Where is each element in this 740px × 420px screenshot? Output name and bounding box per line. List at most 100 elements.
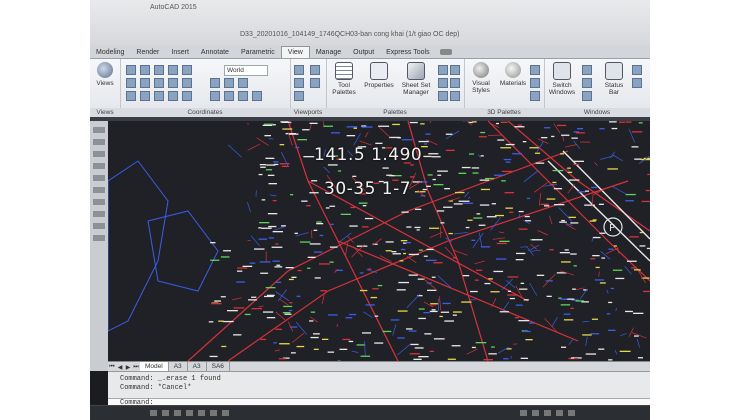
markup-icon[interactable] [450, 65, 460, 75]
grid-toggle-icon[interactable] [150, 410, 157, 416]
annotation-scale-icon[interactable] [520, 410, 527, 416]
last-tab-icon[interactable]: ⏭ [132, 364, 140, 371]
ucs-x-icon[interactable] [140, 78, 150, 88]
tool-palettes-button[interactable]: Tool Palettes [328, 62, 360, 96]
ucs-view-icon[interactable] [154, 78, 164, 88]
parcel-label-mark [570, 357, 575, 359]
parcel-boundary-line [281, 152, 289, 167]
switch-windows-button[interactable]: Switch Windows [546, 62, 578, 96]
toolbars-icon[interactable] [632, 65, 642, 75]
ucs-icon[interactable] [126, 65, 136, 75]
ucs-z-icon[interactable] [154, 65, 164, 75]
dbconnect-icon[interactable] [438, 91, 448, 101]
lock-ui-icon[interactable] [632, 78, 642, 88]
ucs-rotate-icon[interactable] [210, 78, 220, 88]
palette-item[interactable] [93, 235, 105, 241]
parcel-label-mark [267, 174, 275, 176]
ucs-zaxis-icon[interactable] [168, 91, 178, 101]
otrack-toggle-icon[interactable] [210, 410, 217, 416]
tab-express-tools[interactable]: Express Tools [380, 47, 435, 58]
ucs-named-icon[interactable] [126, 78, 136, 88]
parcel-label-mark [582, 334, 592, 336]
ucs-object-icon[interactable] [154, 91, 164, 101]
ucs-origin-icon[interactable] [140, 65, 150, 75]
lock-icon[interactable] [544, 410, 551, 416]
materials-button[interactable]: Materials [498, 62, 528, 87]
tab-modeling[interactable]: Modeling [90, 47, 130, 58]
first-tab-icon[interactable]: ⏮ [108, 364, 116, 371]
fullscreen-icon[interactable] [568, 410, 575, 416]
next-tab-icon[interactable]: ▶ [124, 364, 132, 371]
ucs-move-icon[interactable] [224, 91, 234, 101]
ucs-apply-icon[interactable] [224, 78, 234, 88]
viewport-restore-icon[interactable] [310, 78, 320, 88]
isolate-icon[interactable] [556, 410, 563, 416]
parcel-label-mark [478, 224, 486, 226]
viewport-named-icon[interactable] [294, 78, 304, 88]
views-button[interactable]: Views [92, 62, 118, 87]
sheet-set-manager-button[interactable]: Sheet Set Manager [398, 62, 434, 96]
viewport-clip-icon[interactable] [294, 91, 304, 101]
lineweight-toggle-icon[interactable] [222, 410, 229, 416]
workspace-icon[interactable] [532, 410, 539, 416]
tab-manage[interactable]: Manage [310, 47, 347, 58]
ucs-settings-icon[interactable] [182, 91, 192, 101]
visual-styles-button[interactable]: Visual Styles [466, 62, 496, 94]
parcel-boundary-line [582, 320, 590, 323]
tab-render[interactable]: Render [130, 47, 165, 58]
snap-toggle-icon[interactable] [162, 410, 169, 416]
tile-horizontal-icon[interactable] [582, 65, 592, 75]
palette-item[interactable] [93, 223, 105, 229]
tab-insert[interactable]: Insert [165, 47, 195, 58]
command-line-icon[interactable] [450, 91, 460, 101]
sun-properties-icon[interactable] [530, 91, 540, 101]
external-refs-icon[interactable] [450, 78, 460, 88]
tab-output[interactable]: Output [347, 47, 380, 58]
cascade-icon[interactable] [582, 91, 592, 101]
palette-item[interactable] [93, 139, 105, 145]
properties-button[interactable]: Properties [362, 62, 396, 89]
ucs-y-icon[interactable] [140, 91, 150, 101]
prev-tab-icon[interactable]: ◀ [116, 364, 124, 371]
parcel-boundary-line [606, 289, 609, 294]
quickcalc-icon[interactable] [438, 78, 448, 88]
palette-item[interactable] [93, 163, 105, 169]
ucs-extend-icon[interactable] [238, 91, 248, 101]
polar-toggle-icon[interactable] [186, 410, 193, 416]
ribbon-minimize-icon[interactable] [439, 49, 452, 55]
ucs-world-icon[interactable] [182, 65, 192, 75]
palette-item[interactable] [93, 187, 105, 193]
tab-annotate[interactable]: Annotate [195, 47, 235, 58]
ucs-align-icon[interactable] [210, 91, 220, 101]
ucs-3point-icon[interactable] [168, 78, 178, 88]
lights-icon[interactable] [530, 65, 540, 75]
ucs-snap-icon[interactable] [238, 78, 248, 88]
palette-item[interactable] [93, 151, 105, 157]
ucs-icon-properties-icon[interactable] [182, 78, 192, 88]
viewport-config-icon[interactable] [294, 65, 304, 75]
parcel-label-mark [432, 178, 436, 181]
ucs-more-icon[interactable] [252, 91, 262, 101]
parcel-boundary-line [564, 144, 578, 148]
palette-item[interactable] [93, 211, 105, 217]
parcel-label-mark [497, 139, 505, 141]
palette-item[interactable] [93, 199, 105, 205]
tab-view[interactable]: View [280, 46, 310, 58]
tile-vertical-icon[interactable] [582, 78, 592, 88]
advanced-render-icon[interactable] [530, 78, 540, 88]
design-center-icon[interactable] [438, 65, 448, 75]
parcel-label-mark [639, 231, 643, 234]
drawing-canvas[interactable]: P 141.5 1.490 30-35 1-7 [108, 121, 650, 361]
parcel-label-mark [409, 353, 420, 355]
palette-item[interactable] [93, 175, 105, 181]
osnap-toggle-icon[interactable] [198, 410, 205, 416]
parcel-label-mark [382, 330, 392, 333]
status-bar-button[interactable]: Status Bar [600, 62, 628, 96]
ucs-previous-icon[interactable] [126, 91, 136, 101]
palette-item[interactable] [93, 127, 105, 133]
viewport-join-icon[interactable] [310, 65, 320, 75]
ucs-face-icon[interactable] [168, 65, 178, 75]
ortho-toggle-icon[interactable] [174, 410, 181, 416]
ucs-world-dropdown[interactable]: World [224, 65, 268, 76]
tab-parametric[interactable]: Parametric [235, 47, 281, 58]
